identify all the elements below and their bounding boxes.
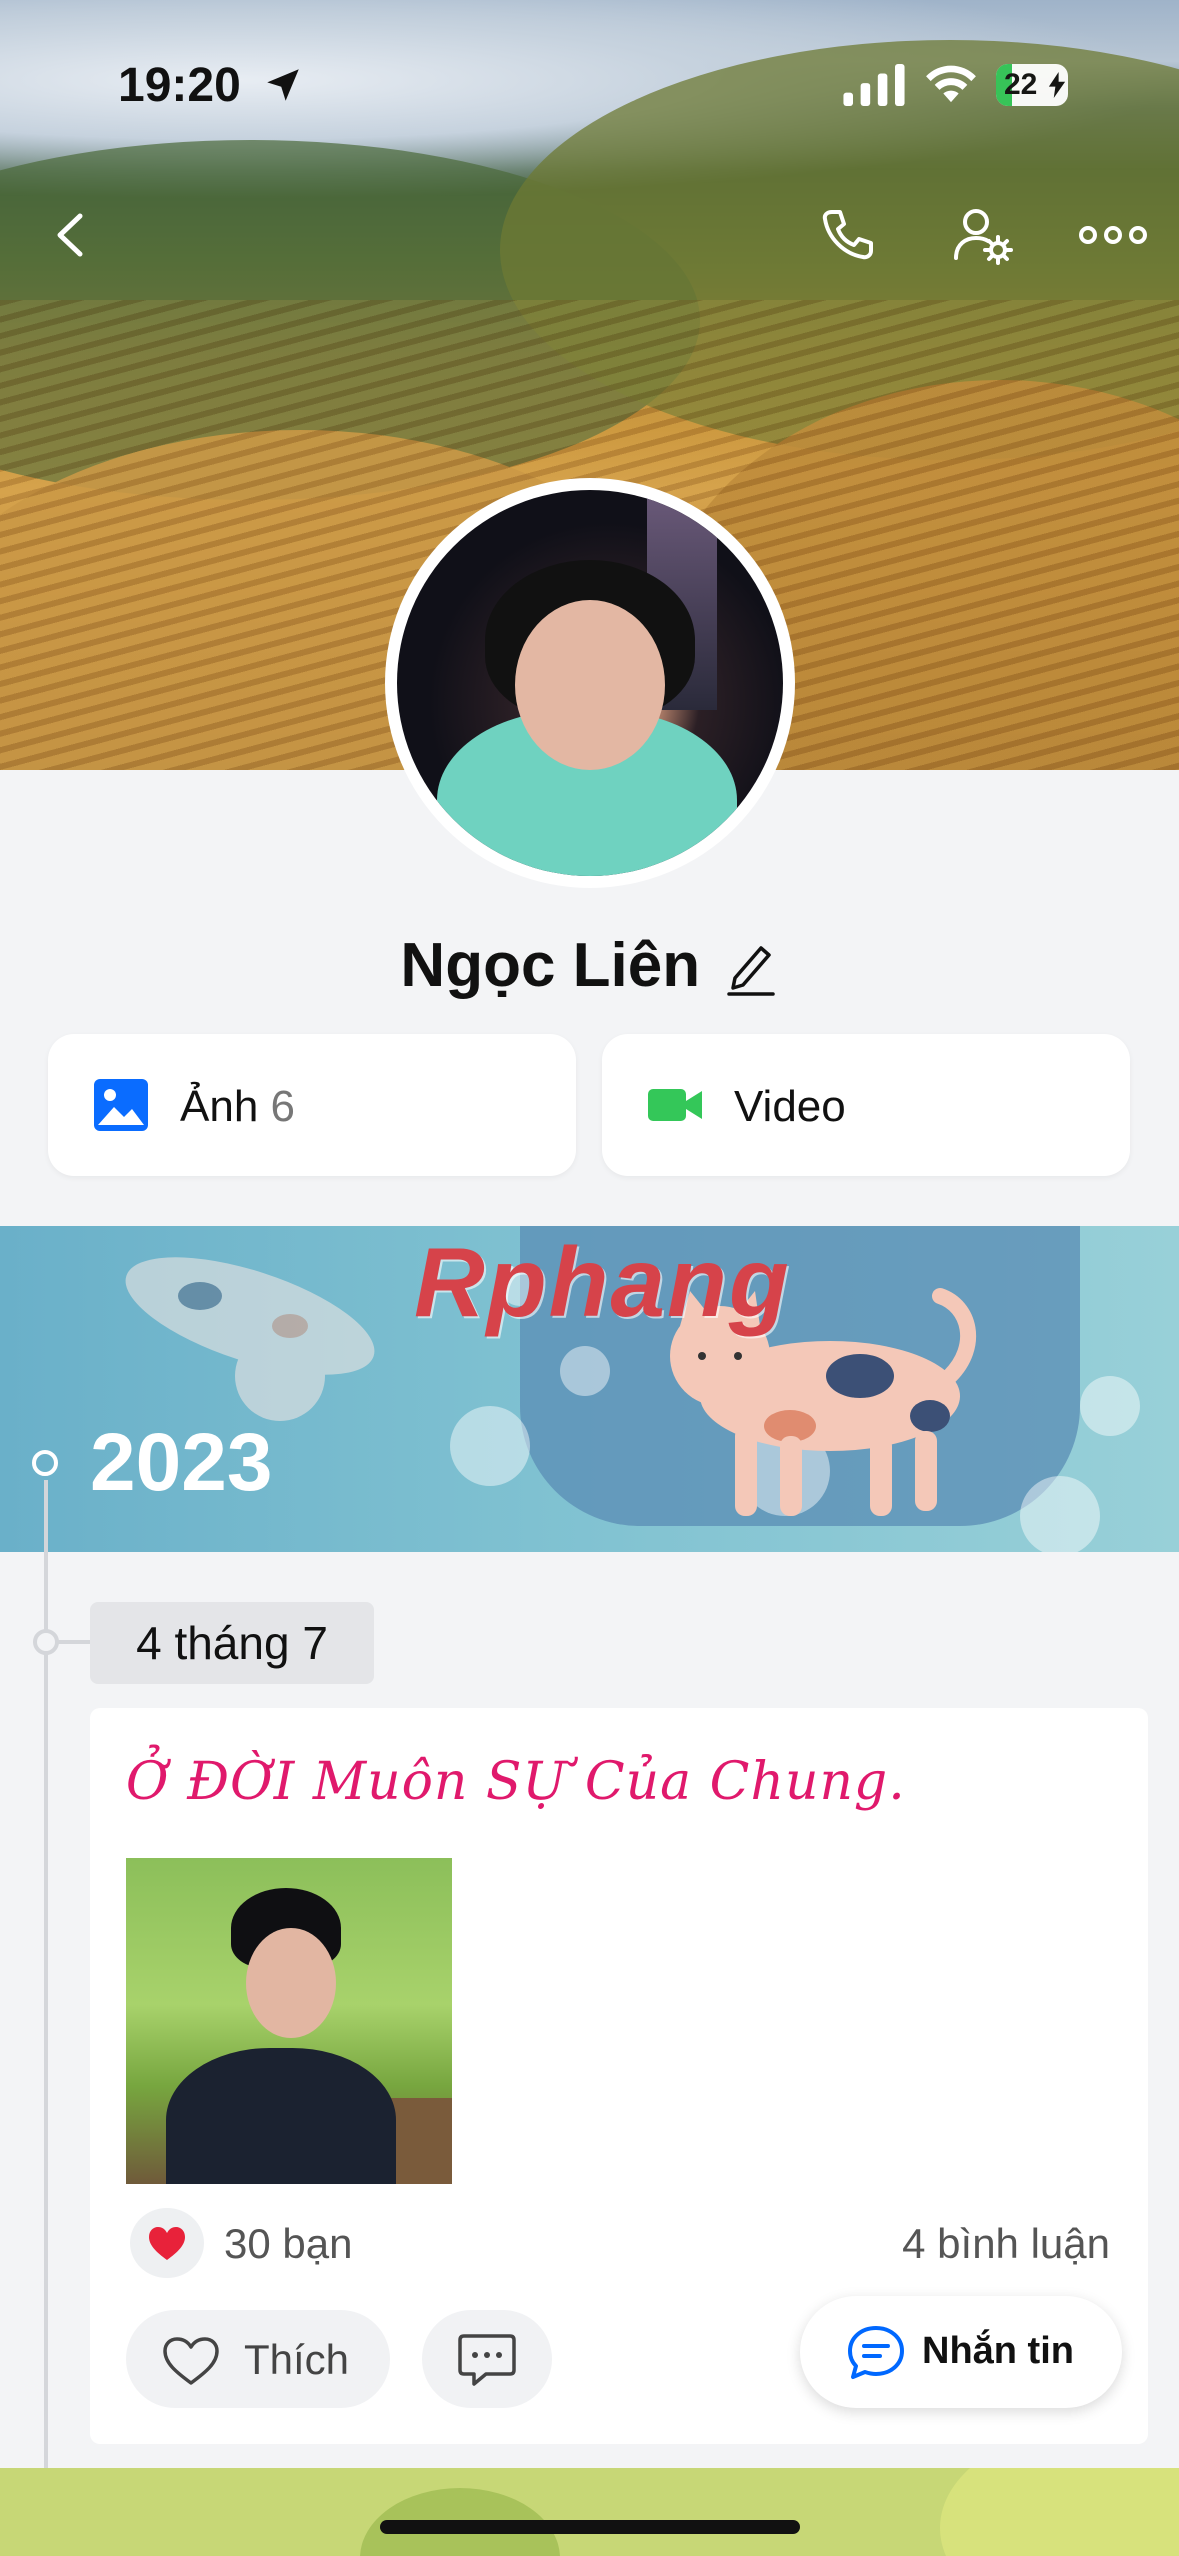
home-indicator[interactable]	[380, 2520, 800, 2534]
message-bubble-icon	[848, 2326, 904, 2379]
heart-icon	[149, 2227, 185, 2260]
avatar[interactable]	[397, 490, 783, 876]
reaction-row: 30 bạn 4 bình luận	[126, 2208, 1112, 2278]
photos-label: Ảnh	[180, 1082, 259, 1131]
timeline-branch	[58, 1640, 90, 1644]
send-message-label: Nhắn tin	[922, 2330, 1074, 2372]
comment-count[interactable]: 4 bình luận	[902, 2220, 1110, 2268]
reaction-bubble[interactable]	[130, 2208, 204, 2278]
phone-icon[interactable]	[812, 200, 882, 270]
battery-charging-icon: 22	[996, 64, 1068, 106]
profile-name-row: Ngọc Liên	[0, 930, 1179, 1014]
status-time: 19:20	[118, 59, 241, 112]
post-date-chip: 4 tháng 7	[90, 1602, 374, 1684]
watermark: Rphang	[414, 1227, 791, 1337]
reaction-count[interactable]: 30 bạn	[224, 2220, 352, 2268]
like-label: Thích	[244, 2336, 350, 2383]
profile-name: Ngọc Liên	[400, 931, 701, 1000]
timeline-dot	[33, 1629, 59, 1655]
video-label: Video	[734, 1082, 846, 1131]
timeline-year-dot	[32, 1450, 58, 1476]
video-button[interactable]: Video	[602, 1034, 1130, 1176]
comment-button[interactable]	[422, 2310, 552, 2408]
image-icon	[94, 1079, 148, 1131]
timeline-year: 2023	[90, 1417, 273, 1508]
like-button[interactable]: Thích	[126, 2310, 390, 2408]
next-year-banner	[0, 2468, 1179, 2556]
send-message-button[interactable]: Nhắn tin	[800, 2296, 1122, 2408]
more-horizontal-icon[interactable]	[1078, 205, 1148, 265]
status-bar: 19:20 22	[0, 0, 1179, 170]
wifi-icon	[926, 65, 976, 103]
heart-outline-icon	[163, 2337, 219, 2385]
location-arrow-icon	[267, 69, 299, 101]
pencil-icon[interactable]	[723, 934, 779, 998]
video-camera-icon	[648, 1089, 702, 1121]
user-settings-icon[interactable]	[948, 200, 1018, 270]
photos-button[interactable]: Ảnh 6	[48, 1034, 576, 1176]
photos-count: 6	[270, 1082, 296, 1131]
battery-level: 22	[1004, 68, 1038, 101]
comment-icon	[458, 2334, 516, 2386]
cellular-signal-icon	[843, 64, 905, 106]
chevron-left-icon[interactable]	[38, 200, 108, 270]
post-text: Ở ĐỜI Muôn SỰ Của Chung.	[126, 1752, 906, 1812]
post-image[interactable]	[126, 1858, 452, 2184]
